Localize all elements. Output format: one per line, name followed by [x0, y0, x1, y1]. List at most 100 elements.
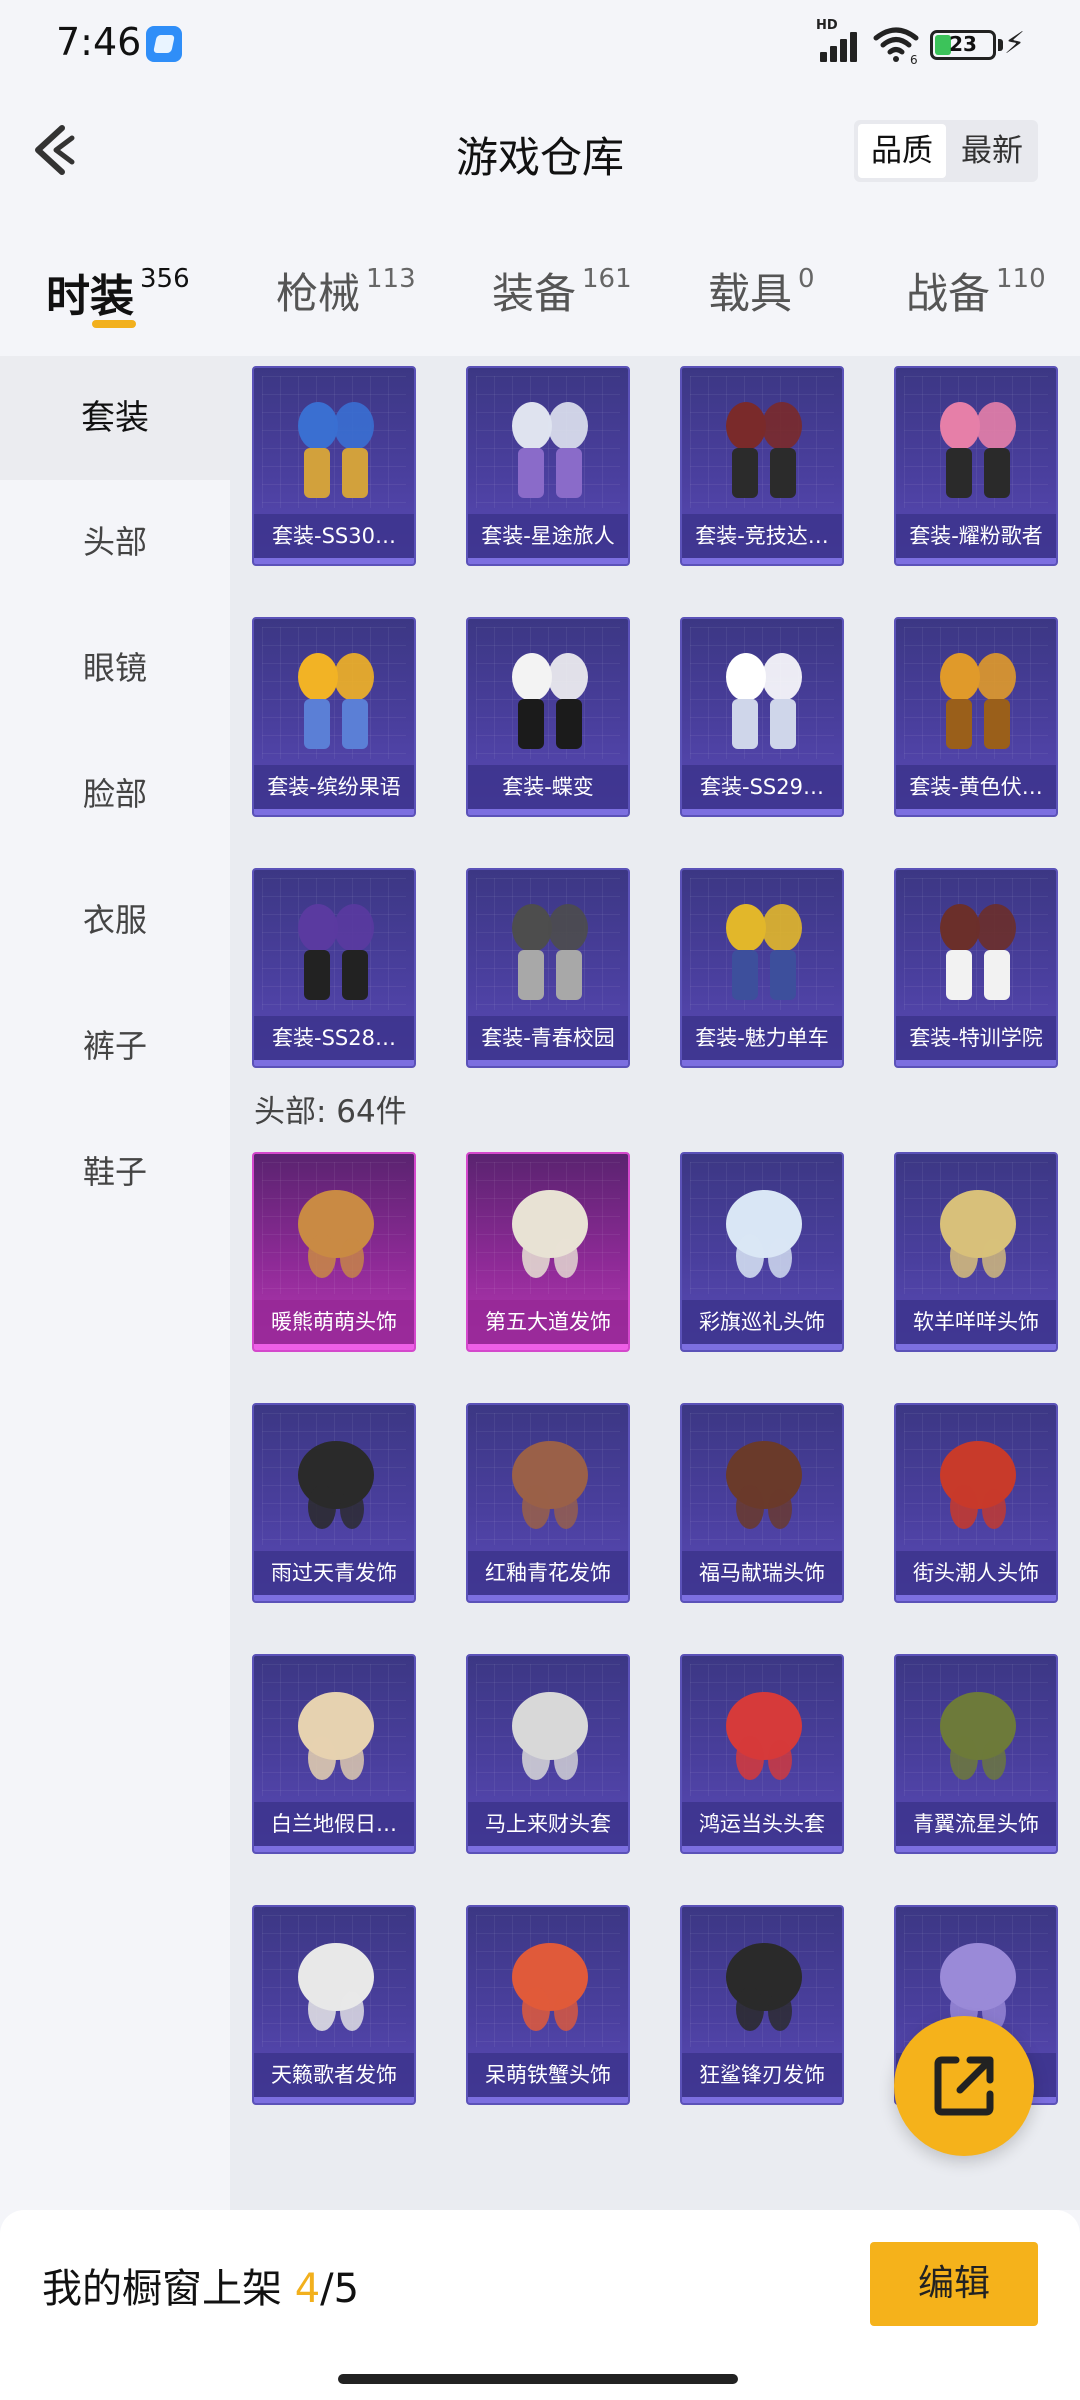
item-card-suit[interactable]: 套装-黄色伏… [894, 617, 1058, 817]
item-card-name: 街头潮人头饰 [896, 1551, 1056, 1595]
tab-supplies[interactable]: 战备 110 [906, 260, 1046, 340]
tab-label: 枪械 [276, 269, 361, 318]
item-card-name: 套装-魅力单车 [682, 1016, 842, 1060]
tab-label: 装备 [492, 269, 577, 318]
item-card-name: 暖熊萌萌头饰 [254, 1300, 414, 1344]
item-card-head[interactable]: 软羊咩咩头饰 [894, 1152, 1058, 1352]
item-card-name: 天籁歌者发饰 [254, 2053, 414, 2097]
item-thumbnail [512, 1441, 588, 1529]
sort-option-quality[interactable]: 品质 [858, 124, 946, 178]
edit-button[interactable]: 编辑 [870, 2242, 1038, 2326]
item-card-head[interactable]: 呆萌铁蟹头饰 [466, 1905, 630, 2105]
item-card-name: 软羊咩咩头饰 [896, 1300, 1056, 1344]
sidebar-item-shoes[interactable]: 鞋子 [0, 1110, 230, 1234]
rarity-bar [468, 809, 628, 815]
share-external-icon [934, 2056, 994, 2116]
item-card-suit[interactable]: 套装-缤纷果语 [252, 617, 416, 817]
item-thumbnail [512, 653, 588, 749]
rarity-bar [468, 2097, 628, 2103]
rarity-bar [254, 809, 414, 815]
item-thumbnail [726, 1692, 802, 1780]
battery-level: 23 [949, 32, 977, 56]
item-card-name: 套装-SS28… [254, 1016, 414, 1060]
item-card-head[interactable]: 白兰地假日… [252, 1654, 416, 1854]
tab-equipment[interactable]: 装备 161 [492, 260, 632, 340]
tab-label: 载具 [708, 269, 793, 318]
battery-icon: 23 [930, 30, 996, 60]
share-button[interactable] [894, 2016, 1034, 2156]
item-card-head[interactable]: 福马献瑞头饰 [680, 1403, 844, 1603]
rarity-bar [468, 558, 628, 564]
item-card-suit[interactable]: 套装-青春校园 [466, 868, 630, 1068]
item-thumbnail [298, 1441, 374, 1529]
item-card-suit[interactable]: 套装-SS30… [252, 366, 416, 566]
item-card-name: 套装-黄色伏… [896, 765, 1056, 809]
rarity-bar [682, 809, 842, 815]
rarity-bar [682, 1344, 842, 1350]
item-card-head[interactable]: 青翼流星头饰 [894, 1654, 1058, 1854]
sidebar-item-pants[interactable]: 裤子 [0, 984, 230, 1108]
svg-text:6: 6 [910, 53, 918, 64]
status-bar: 7:46 HD 6 23 ⚡ [0, 0, 1080, 90]
showcase-status: 我的橱窗上架 4/5 [42, 2256, 359, 2314]
item-card-head[interactable]: 街头潮人头饰 [894, 1403, 1058, 1603]
item-card-head[interactable]: 鸿运当头头套 [680, 1654, 844, 1854]
rarity-bar [896, 809, 1056, 815]
tab-fashion[interactable]: 时装 356 [46, 260, 190, 340]
item-card-suit[interactable]: 套装-特训学院 [894, 868, 1058, 1068]
sidebar-item-head[interactable]: 头部 [0, 480, 230, 604]
item-card-name: 套装-耀粉歌者 [896, 514, 1056, 558]
item-thumbnail [726, 904, 802, 1000]
item-card-head[interactable]: 红釉青花发饰 [466, 1403, 630, 1603]
item-card-head[interactable]: 天籁歌者发饰 [252, 1905, 416, 2105]
item-thumbnail [298, 904, 374, 1000]
rarity-bar [254, 558, 414, 564]
item-card-head[interactable]: 雨过天青发饰 [252, 1403, 416, 1603]
showcase-bar: 我的橱窗上架 4/5 编辑 [0, 2210, 1080, 2400]
item-card-name: 套装-SS29… [682, 765, 842, 809]
item-card-suit[interactable]: 套装-SS28… [252, 868, 416, 1068]
tab-label: 时装 [46, 271, 134, 322]
item-thumbnail [298, 402, 374, 498]
item-thumbnail [940, 653, 1016, 749]
sidebar-item-suits[interactable]: 套装 [0, 356, 230, 480]
item-thumbnail [512, 904, 588, 1000]
rarity-bar [468, 1060, 628, 1066]
item-thumbnail [298, 1943, 374, 2031]
item-card-head[interactable]: 暖熊萌萌头饰 [252, 1152, 416, 1352]
item-card-head[interactable]: 第五大道发饰 [466, 1152, 630, 1352]
item-card-suit[interactable]: 套装-蝶变 [466, 617, 630, 817]
game-warehouse-screen: 7:46 HD 6 23 ⚡ 游戏仓库 品质 最新 时装 356 枪械 113 … [0, 0, 1080, 2400]
tab-count: 356 [140, 264, 190, 294]
sidebar-item-face[interactable]: 脸部 [0, 732, 230, 856]
item-card-suit[interactable]: 套装-耀粉歌者 [894, 366, 1058, 566]
item-card-suit[interactable]: 套装-SS29… [680, 617, 844, 817]
sidebar-item-glasses[interactable]: 眼镜 [0, 606, 230, 730]
item-card-name: 雨过天青发饰 [254, 1551, 414, 1595]
home-indicator[interactable] [338, 2374, 738, 2384]
item-card-name: 福马献瑞头饰 [682, 1551, 842, 1595]
item-thumbnail [726, 1441, 802, 1529]
item-card-name: 白兰地假日… [254, 1802, 414, 1846]
item-card-suit[interactable]: 套装-魅力单车 [680, 868, 844, 1068]
item-thumbnail [726, 1943, 802, 2031]
rarity-bar [254, 1344, 414, 1350]
sidebar-item-clothes[interactable]: 衣服 [0, 858, 230, 982]
tab-firearms[interactable]: 枪械 113 [276, 260, 416, 340]
tab-count: 110 [996, 264, 1046, 294]
item-card-suit[interactable]: 套装-星途旅人 [466, 366, 630, 566]
item-card-name: 呆萌铁蟹头饰 [468, 2053, 628, 2097]
item-card-head[interactable]: 马上来财头套 [466, 1654, 630, 1854]
tab-vehicles[interactable]: 载具 0 [708, 260, 815, 340]
battery-tip [998, 39, 1003, 51]
sort-option-newest[interactable]: 最新 [948, 124, 1036, 178]
item-thumbnail [940, 904, 1016, 1000]
item-thumbnail [512, 402, 588, 498]
item-card-head[interactable]: 狂鲨锋刃发饰 [680, 1905, 844, 2105]
item-thumbnail [512, 1943, 588, 2031]
item-card-suit[interactable]: 套装-竞技达… [680, 366, 844, 566]
rarity-bar [468, 1595, 628, 1601]
rarity-bar [896, 1344, 1056, 1350]
item-card-name: 青翼流星头饰 [896, 1802, 1056, 1846]
item-card-head[interactable]: 彩旗巡礼头饰 [680, 1152, 844, 1352]
